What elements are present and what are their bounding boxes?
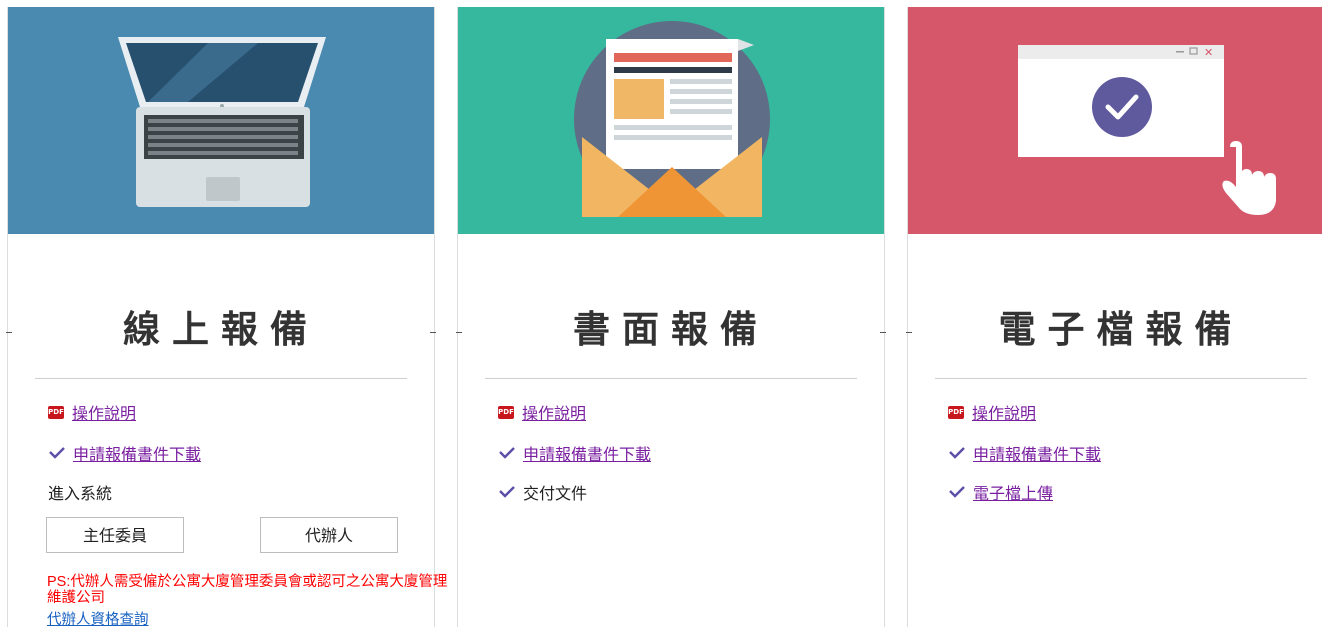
window-check-click-icon: ✕ [908, 7, 1322, 234]
operation-guide-item[interactable]: PDF 操作說明 [498, 400, 586, 424]
card-hero: ✕ [908, 7, 1322, 234]
card-online-report: 線上報備 PDF 操作說明 申請報備書件下載 進入系統 主任委員 代辦人 PS:… [6, 7, 447, 629]
enter-system-label: 進入系統 [48, 484, 113, 503]
download-forms-link[interactable]: 申請報備書件下載 [523, 441, 651, 465]
card-paper-report: 書面報備 PDF 操作說明 申請報備書件下載 交付文件 [456, 7, 886, 627]
laptop-icon [8, 7, 434, 234]
agent-login-button[interactable]: 代辦人 [260, 517, 398, 553]
operation-guide-item[interactable]: PDF 操作說明 [948, 400, 1036, 424]
pdf-icon: PDF [498, 405, 514, 419]
check-icon [49, 447, 65, 459]
divider [485, 378, 857, 379]
divider [935, 378, 1307, 379]
svg-text:✕: ✕ [1204, 46, 1213, 59]
download-forms-link[interactable]: 申請報備書件下載 [73, 441, 201, 465]
operation-guide-link[interactable]: 操作說明 [72, 400, 136, 424]
chairman-login-button[interactable]: 主任委員 [46, 517, 184, 553]
upload-file-item[interactable]: 電子檔上傳 [948, 480, 1053, 504]
submit-documents-label: 交付文件 [523, 484, 588, 503]
operation-guide-link[interactable]: 操作說明 [972, 400, 1036, 424]
card-hero [8, 7, 434, 234]
agent-qualification-link[interactable]: 代辦人資格查詢 [47, 608, 149, 629]
download-forms-item[interactable]: 申請報備書件下載 [48, 441, 201, 465]
card-electronic-report: ✕ 電子檔報備 PDF 操作說明 申請報備書件下載 電子檔上傳 [906, 7, 1322, 627]
operation-guide-item[interactable]: PDF 操作說明 [48, 400, 136, 424]
operation-guide-link[interactable]: 操作說明 [522, 400, 586, 424]
divider [35, 378, 407, 379]
check-icon [949, 486, 965, 498]
download-forms-item[interactable]: 申請報備書件下載 [948, 441, 1101, 465]
pdf-icon: PDF [48, 405, 64, 419]
check-icon [499, 447, 515, 459]
envelope-document-icon [458, 7, 884, 234]
pdf-icon: PDF [948, 405, 964, 419]
download-forms-link[interactable]: 申請報備書件下載 [973, 441, 1101, 465]
card-hero [458, 7, 884, 234]
card-title: 書面報備 [573, 308, 769, 351]
download-forms-item[interactable]: 申請報備書件下載 [498, 441, 651, 465]
upload-file-link[interactable]: 電子檔上傳 [973, 480, 1053, 504]
check-icon [949, 447, 965, 459]
card-title: 電子檔報備 [998, 308, 1244, 351]
submit-documents-item: 交付文件 [498, 480, 587, 504]
agent-notice: PS:代辦人需受僱於公寓大廈管理委員會或認可之公寓大廈管理維護公司 [47, 574, 448, 606]
check-icon [499, 486, 515, 498]
card-title: 線上報備 [123, 308, 319, 351]
